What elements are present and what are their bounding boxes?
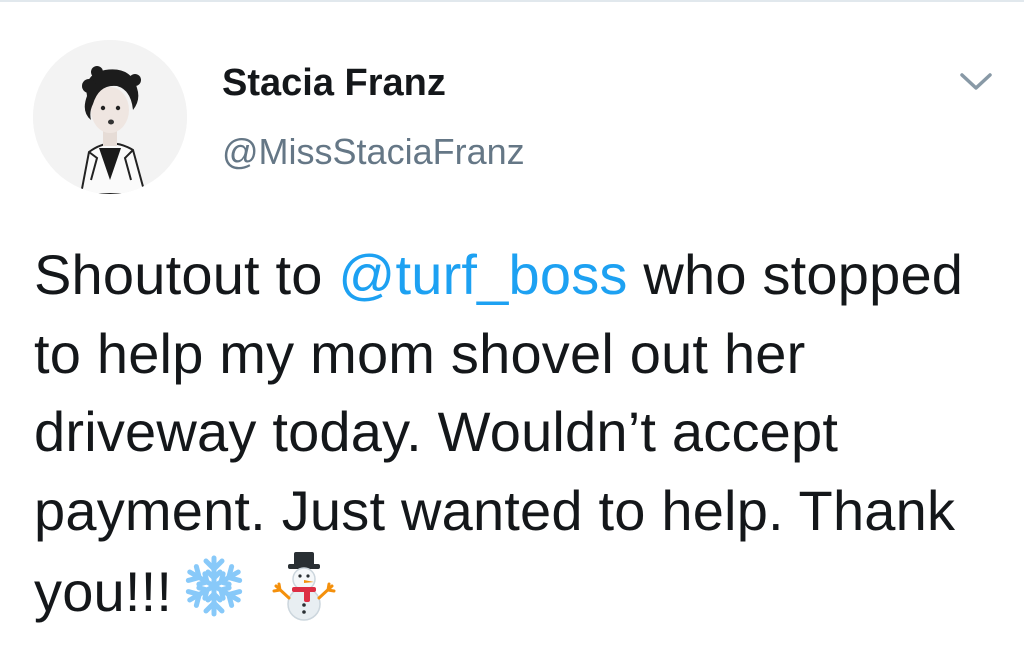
avatar-photo [33,40,187,194]
mention-link[interactable]: @turf_boss [338,243,627,306]
tweet-text: Shoutout to @turf_boss who stopped to he… [34,236,994,643]
tweet-card: Stacia Franz @MissStaciaFranz Shoutout t… [0,0,1024,649]
tweet-text-lead: Shoutout to [34,243,339,306]
author-display-name[interactable]: Stacia Franz [222,60,446,106]
snowflake-icon [180,552,248,641]
author-handle[interactable]: @MissStaciaFranz [222,129,525,175]
avatar[interactable] [33,40,187,194]
snowman-icon [270,550,338,643]
chevron-down-icon[interactable] [958,70,994,94]
